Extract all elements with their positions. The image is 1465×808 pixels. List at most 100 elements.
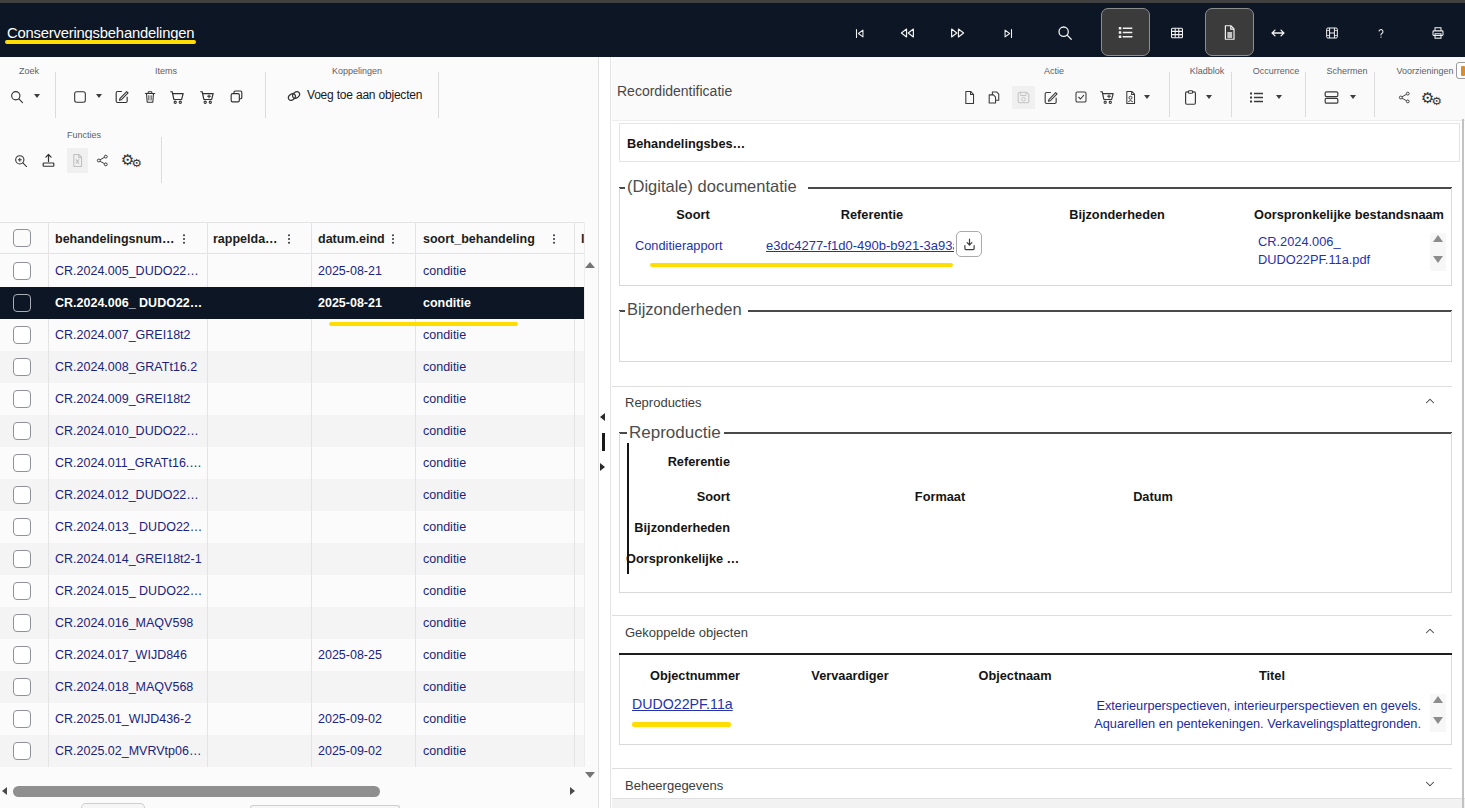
cart-add-icon[interactable] <box>1098 88 1116 106</box>
previous-record-button[interactable] <box>898 24 916 42</box>
column-menu-icon[interactable] <box>282 232 296 246</box>
row-checkbox[interactable] <box>13 486 31 504</box>
last-record-button[interactable] <box>1001 26 1016 41</box>
field-row-behandelingsbeschrijving[interactable]: Behandelingsbes… <box>619 123 1460 162</box>
column-header[interactable]: rappelda… <box>213 232 278 246</box>
table-row[interactable]: CR.2024.015_ DUDO22… conditie <box>0 575 584 607</box>
table-row[interactable]: CR.2024.014_GREI18t2-1 conditie <box>0 543 584 575</box>
column-menu-icon[interactable] <box>547 232 561 246</box>
table-row[interactable]: CR.2024.018_MAQV568 conditie <box>0 671 584 703</box>
table-row[interactable]: CR.2025.01_WIJD436-2 2025-09-02 conditie <box>0 703 584 735</box>
document-view-button[interactable] <box>1205 8 1254 56</box>
spin-down-arrow[interactable] <box>1433 256 1443 263</box>
clipboard-icon[interactable] <box>1181 88 1200 107</box>
settings-gears-icon[interactable]: ⚙⚙ <box>1421 89 1445 107</box>
chevron-down-icon[interactable] <box>1350 95 1356 99</box>
doc-referentie-link[interactable]: e3dc4277-f1d0-490b-b921-3a93a <box>766 238 954 253</box>
new-record-icon[interactable] <box>961 89 978 106</box>
spin-down-arrow[interactable] <box>1433 717 1443 724</box>
screens-icon[interactable] <box>1322 88 1341 107</box>
row-checkbox[interactable] <box>13 422 31 440</box>
chevron-down-icon[interactable] <box>1144 95 1150 99</box>
search-icon[interactable] <box>1056 24 1074 42</box>
splitter-drag-handle[interactable] <box>602 433 605 451</box>
row-checkbox[interactable] <box>13 390 31 408</box>
copy-icon[interactable] <box>228 88 245 105</box>
row-checkbox[interactable] <box>13 614 31 632</box>
share-icon[interactable] <box>1397 90 1412 105</box>
row-checkbox[interactable] <box>13 294 31 312</box>
settings-gears-icon[interactable]: ⚙⚙ <box>121 151 145 169</box>
chevron-down-icon[interactable] <box>1206 95 1212 99</box>
table-row[interactable]: CR.2024.005_DUDO22… 2025-08-21 conditie <box>0 255 584 287</box>
table-row[interactable]: CR.2025.02_MVRVtp06… 2025-09-02 conditie <box>0 735 584 767</box>
table-row[interactable]: CR.2024.006_ DUDO22… 2025-08-21 conditie <box>0 287 584 319</box>
collapse-section-icon[interactable] <box>1423 624 1437 638</box>
objectnummer-link[interactable]: DUDO22PF.11a <box>632 696 733 712</box>
column-menu-icon[interactable] <box>386 232 400 246</box>
splitter-collapse-left-arrow[interactable] <box>600 413 605 421</box>
select-all-checkbox[interactable] <box>13 229 31 247</box>
resize-horizontal-button[interactable] <box>1269 24 1287 42</box>
detail-scrollbar-thumb[interactable] <box>1462 119 1464 808</box>
search-icon[interactable] <box>9 89 25 105</box>
chevron-down-icon[interactable] <box>34 94 40 98</box>
table-row[interactable]: CR.2024.016_MAQV598 conditie <box>0 607 584 639</box>
print-button[interactable] <box>1430 25 1446 41</box>
scroll-right-arrow[interactable] <box>570 787 575 795</box>
occurrence-list-icon[interactable] <box>1247 88 1266 107</box>
delete-icon[interactable] <box>142 89 158 105</box>
share-icon[interactable] <box>95 153 110 168</box>
scroll-down-arrow[interactable] <box>585 772 595 778</box>
export-excel-button[interactable] <box>67 148 88 173</box>
cart-add-icon[interactable] <box>198 88 216 106</box>
table-view-button[interactable] <box>1169 25 1185 41</box>
row-checkbox[interactable] <box>13 550 31 568</box>
partial-button[interactable] <box>1456 62 1465 79</box>
add-to-objects-button[interactable]: Voeg toe aan objecten <box>285 87 430 107</box>
spin-up-arrow[interactable] <box>1433 696 1443 703</box>
task-check-icon[interactable] <box>1073 89 1089 105</box>
table-row[interactable]: CR.2024.010_DUDO22… conditie <box>0 415 584 447</box>
row-checkbox[interactable] <box>13 262 31 280</box>
column-header[interactable]: behandelingsnum… <box>55 232 174 246</box>
table-row[interactable]: CR.2024.017_WIJD846 2025-08-25 conditie <box>0 639 584 671</box>
column-header[interactable]: datum.eind <box>318 232 385 246</box>
save-record-button[interactable] <box>1012 86 1035 109</box>
table-horizontal-scrollbar-thumb[interactable] <box>13 786 380 797</box>
chevron-down-icon[interactable] <box>1276 95 1282 99</box>
spin-up-arrow[interactable] <box>1433 235 1443 242</box>
row-checkbox[interactable] <box>13 742 31 760</box>
list-view-button[interactable] <box>1101 8 1150 56</box>
row-checkbox[interactable] <box>13 582 31 600</box>
upload-icon[interactable] <box>40 152 57 169</box>
column-header[interactable]: soort_behandeling <box>423 232 535 246</box>
media-view-button[interactable] <box>1324 25 1340 41</box>
edit-record-icon[interactable] <box>1042 89 1059 106</box>
row-checkbox[interactable] <box>13 454 31 472</box>
download-button[interactable] <box>956 231 982 257</box>
table-row[interactable]: CR.2024.012_DUDO22… conditie <box>0 479 584 511</box>
scroll-up-arrow[interactable] <box>585 262 595 268</box>
collapse-section-icon[interactable] <box>1423 394 1437 408</box>
zoom-in-icon[interactable] <box>13 153 29 169</box>
cart-icon[interactable] <box>168 88 186 106</box>
table-vertical-scrollbar[interactable] <box>584 222 598 767</box>
column-menu-icon[interactable] <box>177 232 191 246</box>
table-row[interactable]: CR.2024.013_ DUDO22… conditie <box>0 511 584 543</box>
expand-section-icon[interactable] <box>1423 777 1437 791</box>
select-checkbox-icon[interactable] <box>72 89 88 105</box>
next-record-button[interactable] <box>949 24 967 42</box>
table-row[interactable]: CR.2024.009_GREI18t2 conditie <box>0 383 584 415</box>
scroll-left-arrow[interactable] <box>2 787 7 795</box>
table-row[interactable]: CR.2024.008_GRATt16.2 conditie <box>0 351 584 383</box>
help-button[interactable] <box>1374 26 1388 40</box>
row-checkbox[interactable] <box>13 678 31 696</box>
row-checkbox[interactable] <box>13 710 31 728</box>
person-document-icon[interactable] <box>1122 89 1139 106</box>
copy-record-icon[interactable] <box>986 89 1003 106</box>
table-row[interactable]: CR.2024.011_GRATt16.… conditie <box>0 447 584 479</box>
row-checkbox[interactable] <box>13 518 31 536</box>
edit-icon[interactable] <box>113 88 130 105</box>
row-checkbox[interactable] <box>13 646 31 664</box>
